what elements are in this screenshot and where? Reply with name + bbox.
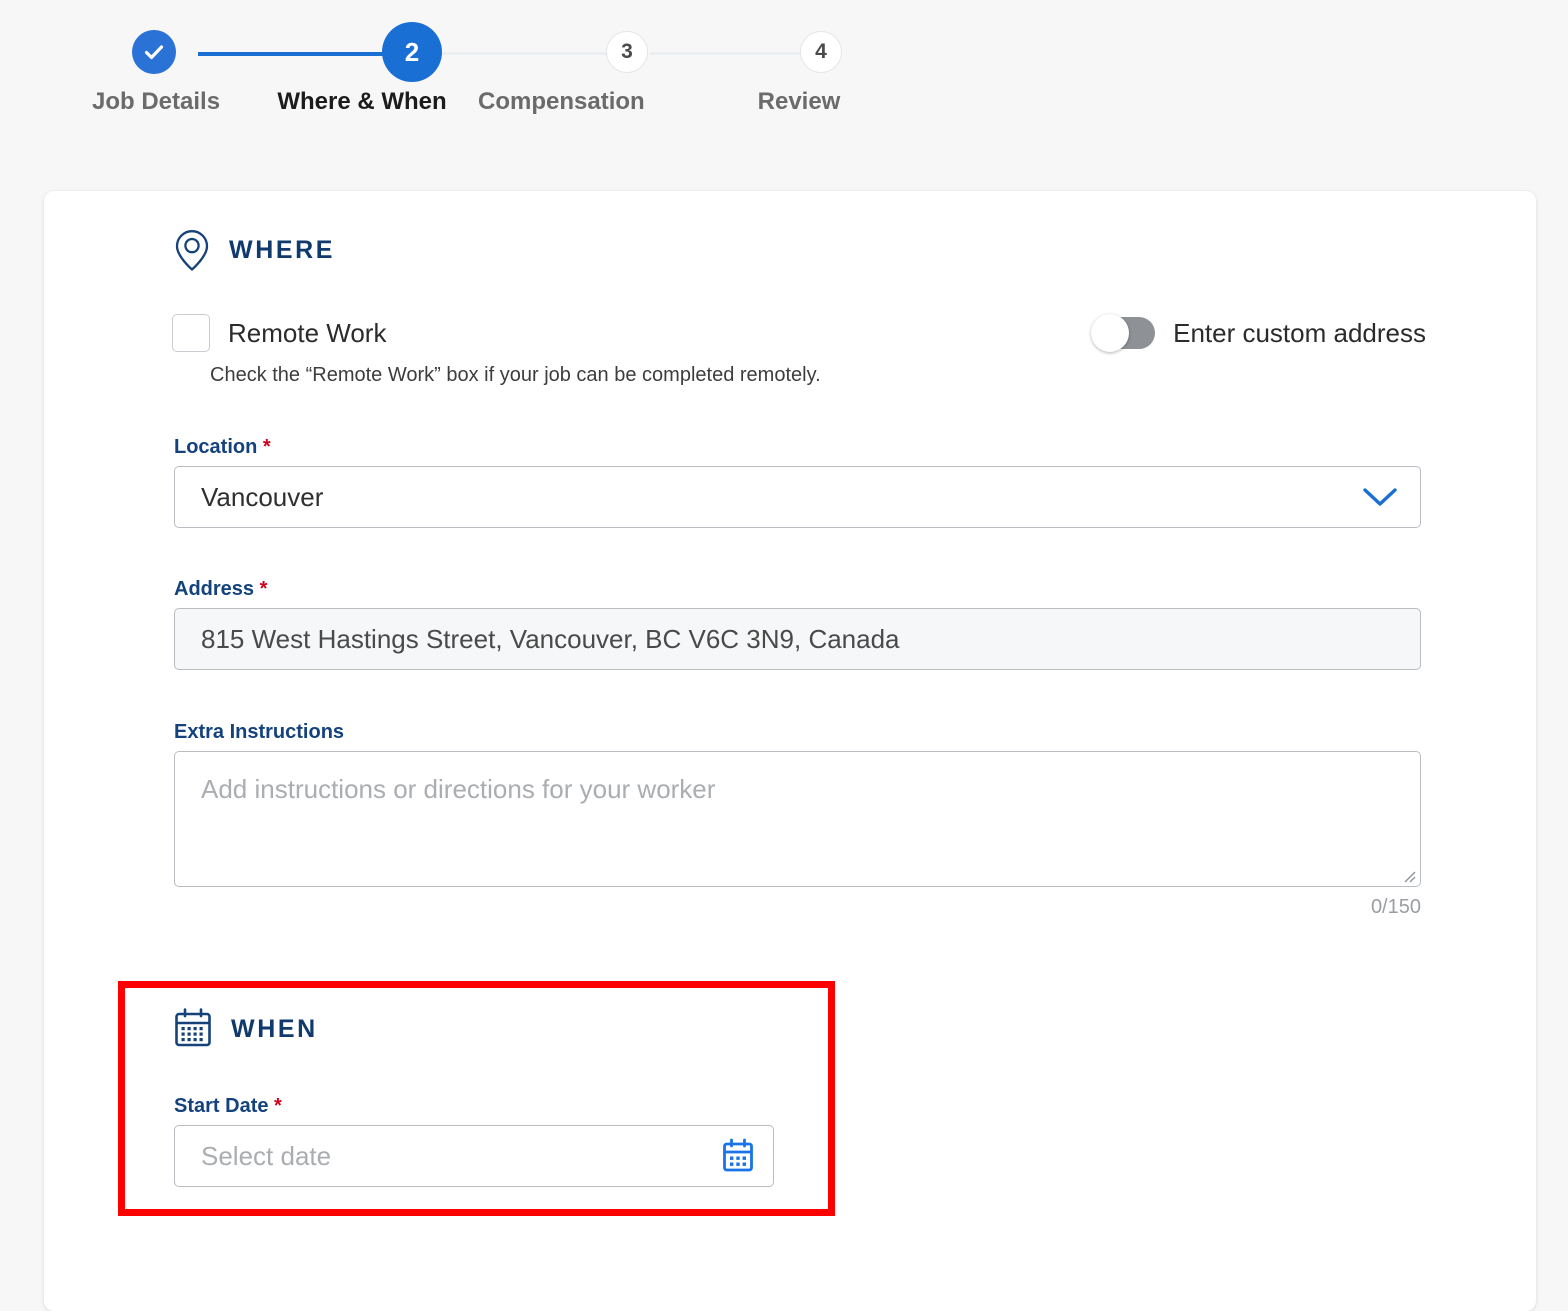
address-label-text: Address	[174, 578, 255, 600]
address-required-marker: *	[259, 578, 268, 600]
stepper-connector-1-2	[198, 52, 388, 56]
remote-work-checkbox[interactable]	[172, 314, 210, 352]
stepper-step-where-and-when[interactable]: 2	[382, 22, 442, 82]
calendar-icon	[175, 1008, 211, 1047]
where-title: WHERE	[229, 235, 336, 264]
step-3-label: Compensation	[478, 88, 645, 115]
when-title: WHEN	[231, 1014, 318, 1043]
location-label-text: Location	[174, 436, 258, 458]
where-section-header: WHERE	[172, 228, 335, 272]
address-input[interactable]: 815 West Hastings Street, Vancouver, BC …	[174, 608, 1421, 670]
address-field-label: Address *	[174, 578, 267, 601]
extra-instructions-character-counter: 0/150	[1370, 896, 1421, 918]
custom-address-toggle-row[interactable]: Enter custom address	[1091, 314, 1426, 352]
extra-instructions-field-label: Extra Instructions	[174, 721, 345, 743]
start-date-input[interactable]: Select date	[174, 1125, 774, 1187]
remote-work-help-text: Check the “Remote Work” box if your job …	[210, 364, 821, 386]
stepper-connector-2-3	[442, 52, 612, 55]
stepper-step-compensation[interactable]: 3	[606, 26, 648, 73]
step-2-indicator: 2	[382, 22, 442, 82]
remote-work-checkbox-row[interactable]: Remote Work	[172, 314, 386, 352]
chevron-down-icon[interactable]	[1360, 484, 1400, 510]
custom-address-toggle[interactable]	[1091, 314, 1156, 352]
extra-instructions-placeholder: Add instructions or directions for your …	[201, 774, 716, 804]
calendar-picker-icon[interactable]	[721, 1138, 755, 1174]
remote-work-label: Remote Work	[228, 317, 387, 348]
when-section-header: WHEN	[172, 1007, 318, 1051]
start-date-field-label: Start Date *	[174, 1095, 282, 1118]
location-required-marker: *	[262, 436, 271, 458]
step-1-indicator	[132, 30, 176, 74]
step-3-indicator: 3	[606, 31, 648, 73]
stepper-step-job-details[interactable]	[132, 26, 176, 74]
custom-address-toggle-label: Enter custom address	[1173, 317, 1426, 348]
step-4-label: Review	[757, 88, 841, 115]
location-selected-value: Vancouver	[201, 481, 324, 512]
start-date-placeholder: Select date	[201, 1140, 332, 1171]
step-1-label: Job Details	[92, 88, 221, 115]
step-4-indicator: 4	[800, 31, 842, 73]
stepper-step-review[interactable]: 4	[800, 26, 842, 73]
location-field-label: Location *	[174, 436, 271, 459]
check-icon	[144, 45, 164, 60]
start-date-label-text: Start Date	[174, 1095, 269, 1117]
resize-grip-icon[interactable]	[1401, 868, 1417, 884]
stepper-connector-3-4	[650, 52, 808, 55]
map-pin-icon	[175, 230, 209, 271]
start-date-required-marker: *	[274, 1095, 282, 1117]
location-select[interactable]: Vancouver	[174, 466, 1421, 528]
step-2-label: Where & When	[277, 88, 447, 115]
form-card: WHERE Remote Work Check the “Remote Work…	[44, 191, 1536, 1311]
progress-stepper: 2 3 4 Job Details Where & When Compensat…	[0, 0, 1568, 150]
toggle-knob	[1091, 314, 1130, 352]
address-value: 815 West Hastings Street, Vancouver, BC …	[201, 623, 900, 654]
extra-instructions-textarea[interactable]: Add instructions or directions for your …	[174, 751, 1421, 887]
